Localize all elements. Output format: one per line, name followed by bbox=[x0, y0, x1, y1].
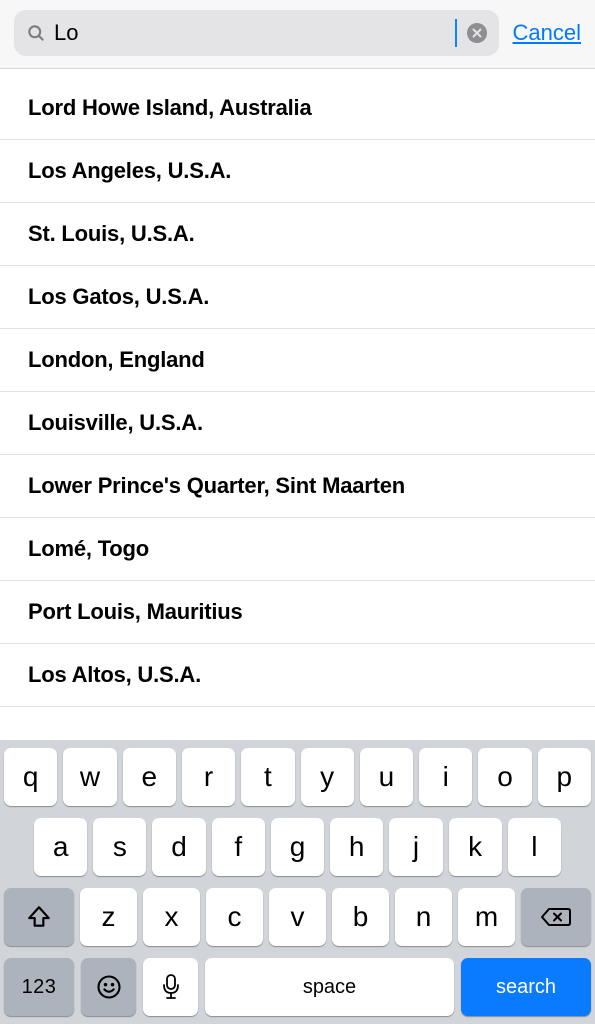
list-item[interactable]: St. Louis, U.S.A. bbox=[0, 203, 595, 266]
list-item[interactable]: Lomé, Togo bbox=[0, 518, 595, 581]
list-item[interactable]: Los Altos, U.S.A. bbox=[0, 644, 595, 707]
search-header: Lo Cancel bbox=[0, 0, 595, 69]
key-f[interactable]: f bbox=[212, 818, 265, 876]
backspace-key[interactable] bbox=[521, 888, 591, 946]
space-key[interactable]: space bbox=[205, 958, 454, 1016]
key-s[interactable]: s bbox=[93, 818, 146, 876]
list-item[interactable]: Louisville, U.S.A. bbox=[0, 392, 595, 455]
keyboard: qwertyuiop asdfghjkl zxcvbnm 123 space s… bbox=[0, 740, 595, 1024]
key-w[interactable]: w bbox=[63, 748, 116, 806]
key-b[interactable]: b bbox=[332, 888, 389, 946]
search-icon bbox=[26, 23, 46, 43]
list-item[interactable]: Port Louis, Mauritius bbox=[0, 581, 595, 644]
key-v[interactable]: v bbox=[269, 888, 326, 946]
key-c[interactable]: c bbox=[206, 888, 263, 946]
search-field[interactable]: Lo bbox=[14, 10, 499, 56]
key-x[interactable]: x bbox=[143, 888, 200, 946]
list-item[interactable]: Lower Prince's Quarter, Sint Maarten bbox=[0, 455, 595, 518]
key-g[interactable]: g bbox=[271, 818, 324, 876]
search-results: Lord Howe Island, AustraliaLos Angeles, … bbox=[0, 69, 595, 740]
search-key[interactable]: search bbox=[461, 958, 591, 1016]
key-h[interactable]: h bbox=[330, 818, 383, 876]
cancel-button[interactable]: Cancel bbox=[513, 20, 581, 46]
key-p[interactable]: p bbox=[538, 748, 591, 806]
list-item[interactable]: Lord Howe Island, Australia bbox=[0, 69, 595, 140]
key-u[interactable]: u bbox=[360, 748, 413, 806]
numbers-key[interactable]: 123 bbox=[4, 958, 74, 1016]
key-k[interactable]: k bbox=[449, 818, 502, 876]
list-item[interactable]: Los Angeles, U.S.A. bbox=[0, 140, 595, 203]
key-o[interactable]: o bbox=[478, 748, 531, 806]
key-z[interactable]: z bbox=[80, 888, 137, 946]
dictation-key[interactable] bbox=[143, 958, 198, 1016]
key-t[interactable]: t bbox=[241, 748, 294, 806]
search-input[interactable]: Lo bbox=[54, 20, 454, 46]
key-n[interactable]: n bbox=[395, 888, 452, 946]
text-cursor bbox=[455, 19, 457, 47]
key-m[interactable]: m bbox=[458, 888, 515, 946]
key-q[interactable]: q bbox=[4, 748, 57, 806]
list-item[interactable]: London, England bbox=[0, 329, 595, 392]
key-j[interactable]: j bbox=[389, 818, 442, 876]
key-y[interactable]: y bbox=[301, 748, 354, 806]
key-i[interactable]: i bbox=[419, 748, 472, 806]
key-l[interactable]: l bbox=[508, 818, 561, 876]
emoji-key[interactable] bbox=[81, 958, 136, 1016]
key-a[interactable]: a bbox=[34, 818, 87, 876]
clear-icon[interactable] bbox=[465, 21, 489, 45]
shift-key[interactable] bbox=[4, 888, 74, 946]
key-e[interactable]: e bbox=[123, 748, 176, 806]
key-r[interactable]: r bbox=[182, 748, 235, 806]
list-item[interactable]: Los Gatos, U.S.A. bbox=[0, 266, 595, 329]
key-d[interactable]: d bbox=[152, 818, 205, 876]
